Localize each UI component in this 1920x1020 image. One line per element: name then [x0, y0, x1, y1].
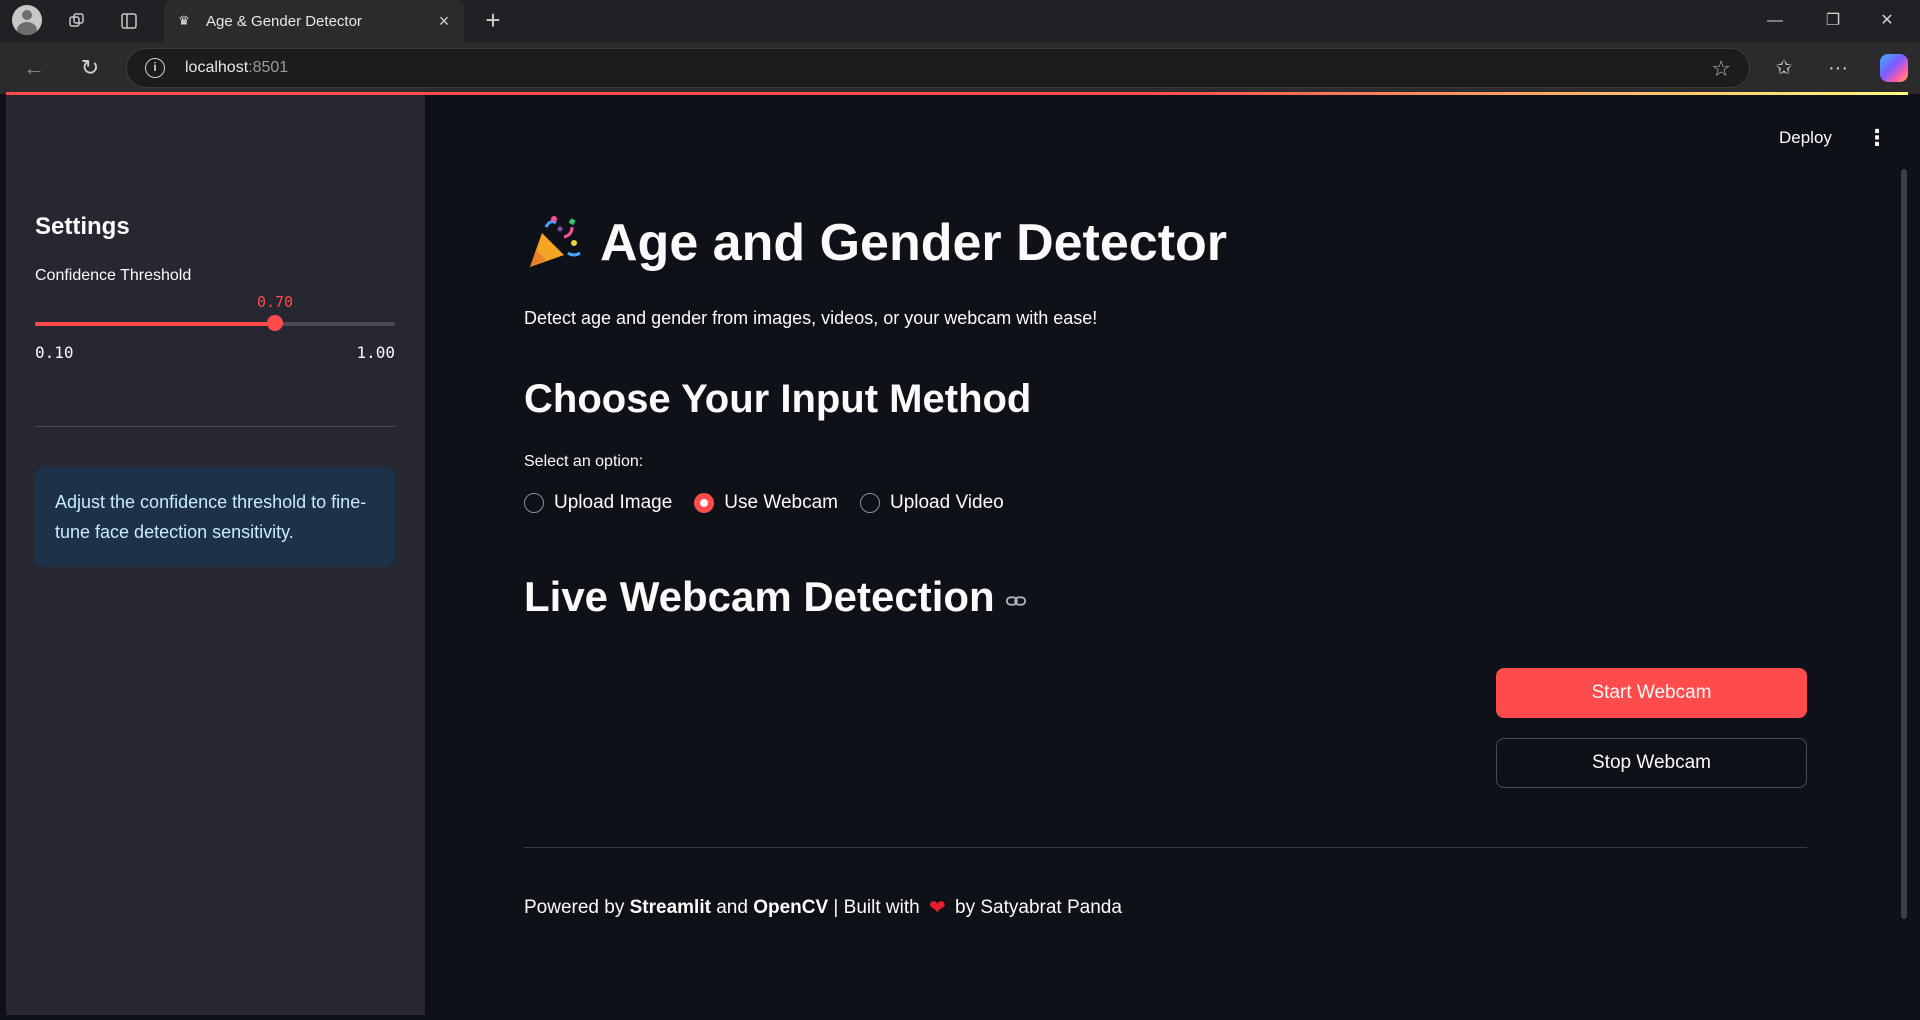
new-tab-icon[interactable]: +: [478, 6, 508, 36]
radio-upload-image[interactable]: Upload Image: [524, 492, 672, 514]
tab-title: Age & Gender Detector: [206, 12, 362, 30]
deploy-button[interactable]: Deploy: [1779, 128, 1832, 148]
footer-prefix: Powered by: [524, 896, 630, 918]
url-port: :8501: [248, 59, 289, 76]
input-method-radio: Upload Image Use Webcam Upload Video: [524, 492, 1026, 514]
browser-toolbar: ← ↻ i localhost:8501 ☆ ✩ ···: [0, 42, 1920, 94]
url-text[interactable]: localhost:8501: [185, 59, 288, 77]
tab-actions-icon[interactable]: [114, 6, 144, 36]
radio-upload-video[interactable]: Upload Video: [859, 492, 1004, 514]
radio-use-webcam[interactable]: Use Webcam: [694, 492, 838, 514]
footer-opencv: OpenCV: [753, 896, 829, 918]
back-icon[interactable]: ←: [18, 52, 50, 84]
slider-max: 1.00: [356, 343, 395, 362]
restore-icon[interactable]: ❐: [1806, 0, 1860, 42]
sidebar-title: Settings: [35, 213, 130, 240]
slider-fill: [35, 322, 275, 326]
favorite-star-icon[interactable]: ☆: [1711, 56, 1731, 82]
copilot-icon[interactable]: [1880, 54, 1908, 82]
stop-webcam-button[interactable]: Stop Webcam: [1496, 738, 1807, 788]
streamlit-app: Settings Confidence Threshold 0.70 0.10 …: [6, 95, 1908, 1015]
site-info-icon[interactable]: i: [145, 58, 165, 78]
footer: Powered by Streamlit and OpenCV | Built …: [524, 895, 1122, 920]
webcam-section-heading: Live Webcam Detection: [524, 573, 995, 620]
footer-divider: [524, 847, 1807, 848]
start-webcam-button[interactable]: Start Webcam: [1496, 668, 1807, 718]
radio-circle[interactable]: [859, 493, 880, 513]
browser-titlebar: ♛ Age & Gender Detector × + — ❐ ✕: [0, 0, 1920, 42]
radio-circle[interactable]: [524, 493, 544, 513]
sidebar-divider: [35, 426, 395, 427]
footer-streamlit: Streamlit: [629, 896, 711, 918]
slider-thumb[interactable]: [267, 315, 283, 331]
footer-author: by Satyabrat Panda: [949, 896, 1122, 918]
page-title: Age and Gender Detector: [600, 214, 1228, 272]
radio-option-label: Upload Video: [889, 492, 1004, 513]
more-options-icon[interactable]: ···: [1822, 52, 1854, 84]
footer-built: | Built with: [828, 896, 925, 918]
main-content: Deploy ⋮ Age and Gender Detector Detect …: [425, 95, 1908, 1015]
sidebar: Settings Confidence Threshold 0.70 0.10 …: [6, 95, 425, 1015]
reload-icon[interactable]: ↻: [74, 52, 106, 84]
slider-min: 0.10: [35, 343, 74, 362]
radio-option-label: Use Webcam: [724, 492, 838, 513]
anchor-link-icon[interactable]: [1005, 590, 1027, 612]
confidence-slider[interactable]: [35, 315, 395, 331]
radio-group-label: Select an option:: [524, 453, 644, 470]
close-window-icon[interactable]: ✕: [1860, 0, 1914, 42]
footer-and: and: [710, 896, 754, 918]
radio-circle-selected[interactable]: [694, 493, 715, 513]
party-popper-icon: [530, 216, 581, 267]
address-bar[interactable]: i localhost:8501 ☆: [126, 48, 1750, 88]
main-menu-icon[interactable]: ⋮: [1866, 124, 1888, 152]
scrollbar[interactable]: [1901, 169, 1907, 919]
page-subtitle: Detect age and gender from images, video…: [524, 308, 1098, 328]
streamlit-favicon-icon: ♛: [178, 13, 190, 28]
favorites-icon[interactable]: ✩: [1768, 52, 1800, 84]
heart-icon: ❤: [928, 897, 946, 919]
radio-option-label: Upload Image: [554, 492, 673, 513]
workspaces-icon[interactable]: [62, 6, 92, 36]
title-row: Age and Gender Detector: [524, 213, 1227, 273]
minimize-icon[interactable]: —: [1748, 0, 1802, 42]
browser-tab-active[interactable]: ♛ Age & Gender Detector ×: [164, 0, 464, 42]
info-alert: Adjust the confidence threshold to fine-…: [35, 467, 395, 567]
webcam-heading-row: Live Webcam Detection: [524, 573, 1027, 621]
input-method-heading: Choose Your Input Method: [524, 377, 1032, 421]
slider-current-value: 0.70: [256, 293, 294, 311]
profile-avatar[interactable]: [12, 5, 42, 35]
close-tab-icon[interactable]: ×: [434, 11, 454, 31]
slider-label: Confidence Threshold: [35, 267, 192, 284]
url-host: localhost: [185, 59, 249, 76]
